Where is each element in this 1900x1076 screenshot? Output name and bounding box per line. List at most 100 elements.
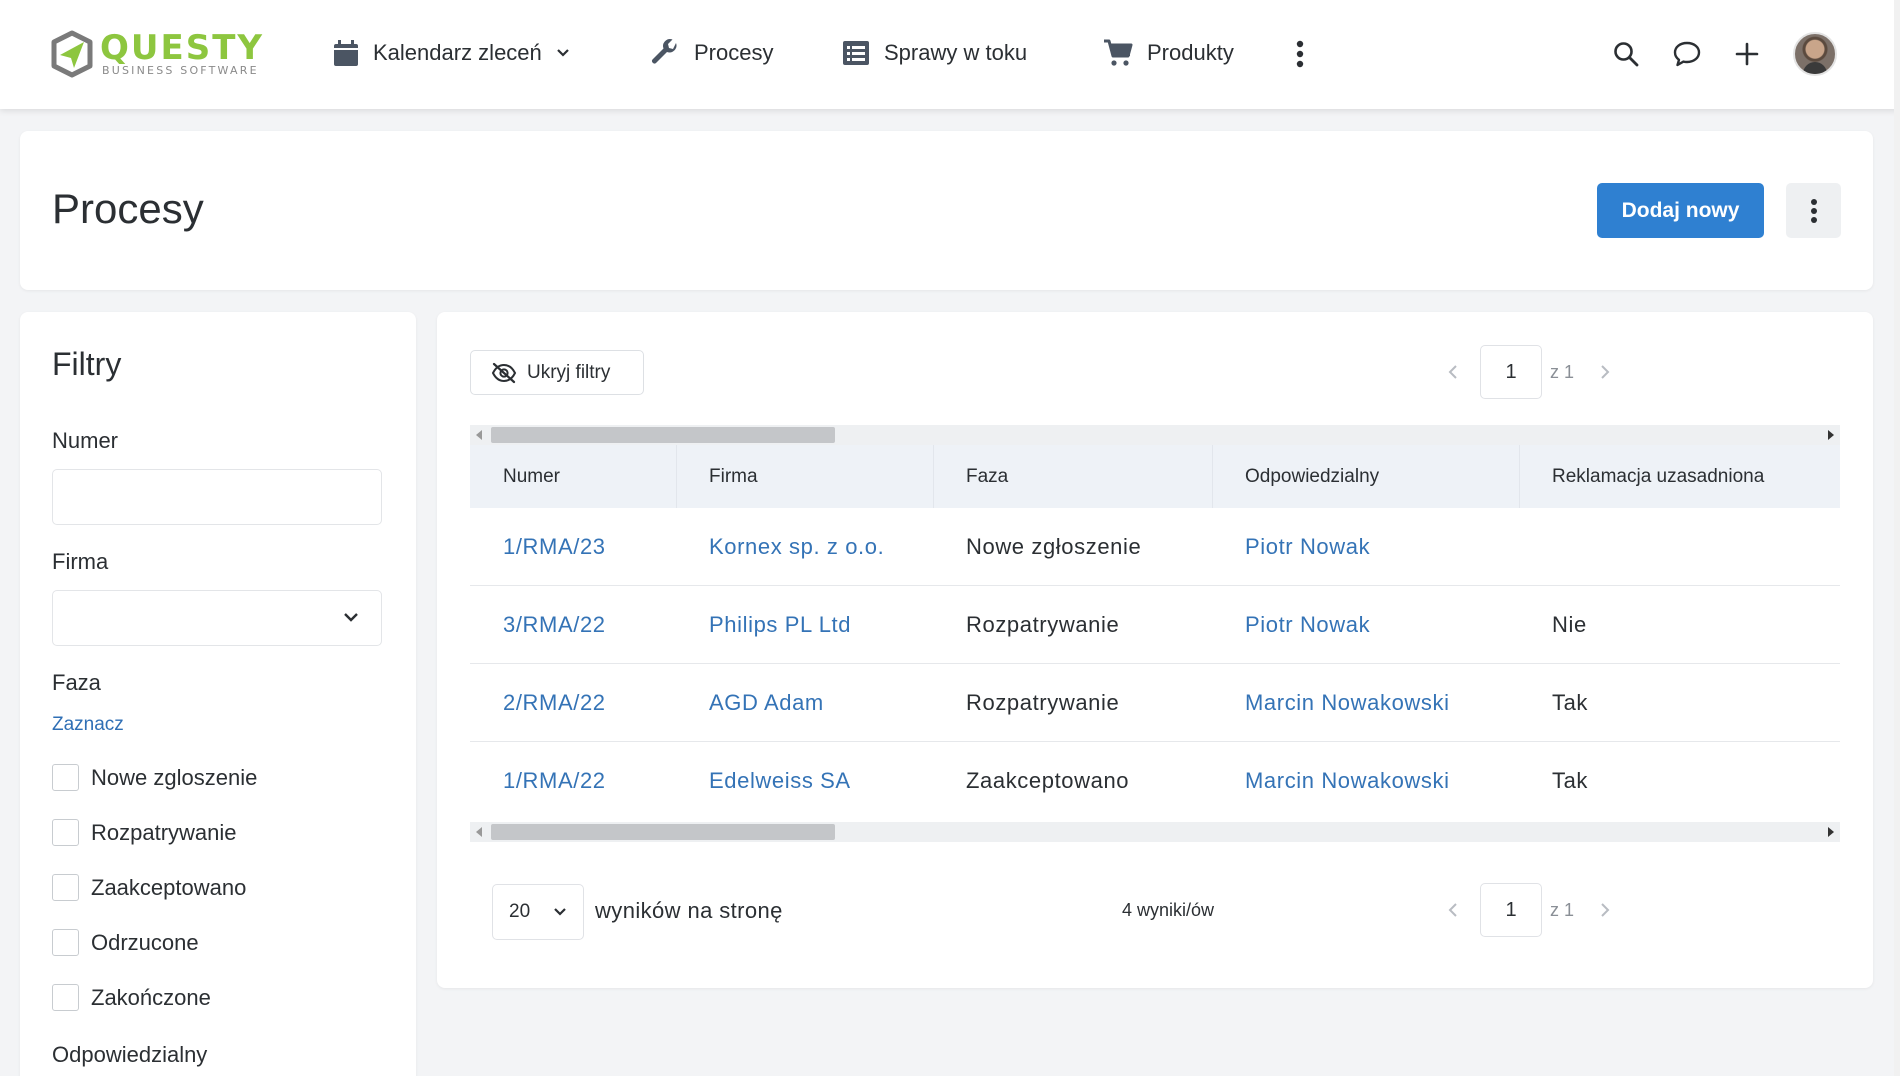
column-header-firma[interactable]: Firma [676,445,933,508]
checkbox[interactable] [52,929,79,956]
page-title: Procesy [52,185,204,232]
calendar-icon [334,40,358,66]
scrollbar-thumb[interactable] [491,427,835,443]
page-number-input[interactable]: 1 [1480,883,1542,937]
select-all-link[interactable]: Zaznacz [52,714,124,736]
bottom-pagination: 1 z 1 [1438,883,1620,937]
vertical-dots-icon [1810,198,1817,223]
cell-odpowiedzialny[interactable]: Marcin Nowakowski [1212,742,1450,820]
scroll-right-icon[interactable] [1828,827,1834,837]
table-scrollbar-top[interactable] [470,425,1840,445]
checkbox-label: Zaakceptowano [91,874,247,900]
top-navigation-bar: QUESTY BUSINESS SOFTWARE Kalendarz zlece… [0,0,1900,109]
table-row[interactable]: 1/RMA/22 Edelweiss SA Zaakceptowano Marc… [470,742,1840,820]
chevron-right-icon [1601,903,1610,917]
numer-input[interactable] [52,469,382,525]
per-page-label: wyników na stronę [595,898,783,923]
cart-icon [1104,39,1133,66]
phase-checkbox-zaakceptowano[interactable]: Zaakceptowano [52,874,246,901]
column-header-numer[interactable]: Numer [470,445,676,508]
cell-odpowiedzialny[interactable]: Piotr Nowak [1212,508,1370,586]
cell-firma[interactable]: AGD Adam [676,664,824,742]
user-avatar[interactable] [1793,32,1837,76]
cell-odpowiedzialny[interactable]: Piotr Nowak [1212,586,1370,664]
cell-numer[interactable]: 1/RMA/22 [470,742,606,820]
cell-reklamacja: Nie [1552,612,1587,637]
phase-checkbox-rozpatrywanie[interactable]: Rozpatrywanie [52,819,237,846]
nav-item-label: Sprawy w toku [884,40,1028,65]
messages-button[interactable] [1667,34,1707,74]
page-number-input[interactable]: 1 [1480,345,1542,399]
chevron-right-icon [1601,365,1610,379]
cell-firma[interactable]: Philips PL Ltd [676,586,851,664]
scrollbar-thumb[interactable] [491,824,835,840]
table-scrollbar-bottom[interactable] [470,822,1840,842]
page-scrollbar[interactable] [1894,0,1900,1076]
chevron-down-icon [344,613,358,622]
table-row[interactable]: 2/RMA/22 AGD Adam Rozpatrywanie Marcin N… [470,664,1840,742]
nav-produkty[interactable]: Produkty [1103,30,1234,76]
filters-panel: Filtry Numer Firma Faza Zaznacz Nowe zgl… [20,312,416,1076]
table-row[interactable]: 1/RMA/23 Kornex sp. z o.o. Nowe zgłoszen… [470,508,1840,586]
top-pagination: 1 z 1 [1438,345,1620,399]
filters-title: Filtry [52,346,122,382]
search-button[interactable] [1606,34,1646,74]
nav-item-label: Produkty [1147,40,1234,65]
questy-logo-icon [51,30,93,78]
cell-numer[interactable]: 1/RMA/23 [470,508,606,586]
table-row[interactable]: 3/RMA/22 Philips PL Ltd Rozpatrywanie Pi… [470,586,1840,664]
nav-sprawy-w-toku[interactable]: Sprawy w toku [842,30,1027,76]
cell-numer[interactable]: 2/RMA/22 [470,664,606,742]
per-page-value: 20 [509,901,531,922]
nav-kalendarz-zlecen[interactable]: Kalendarz zleceń [333,30,570,76]
cell-faza: Nowe zgłoszenie [966,534,1142,559]
checkbox[interactable] [52,984,79,1011]
next-page-button[interactable] [1590,357,1620,387]
page-count: z 1 [1550,361,1575,382]
column-header-odpowiedzialny[interactable]: Odpowiedzialny [1212,445,1519,508]
firma-label: Firma [52,549,109,574]
column-header-faza[interactable]: Faza [933,445,1212,508]
checkbox-label: Nowe zgloszenie [91,764,258,790]
page-header-card: Procesy Dodaj nowy [20,131,1873,290]
cell-firma[interactable]: Kornex sp. z o.o. [676,508,884,586]
cell-numer[interactable]: 3/RMA/22 [470,586,606,664]
checkbox-label: Zakończone [91,984,211,1010]
numer-label: Numer [52,428,119,453]
table-header: Numer Firma Faza Odpowiedzialny Reklamac… [470,445,1840,508]
next-page-button[interactable] [1590,895,1620,925]
checkbox-label: Odrzucone [91,929,199,955]
prev-page-button[interactable] [1438,895,1468,925]
add-new-button[interactable]: Dodaj nowy [1597,183,1764,238]
cell-faza: Rozpatrywanie [966,690,1120,715]
scroll-right-icon[interactable] [1828,430,1834,440]
chevron-left-icon [1448,365,1457,379]
cell-reklamacja: Tak [1552,768,1589,793]
per-page-select[interactable]: 20 [492,884,584,940]
checkbox[interactable] [52,764,79,791]
checkbox[interactable] [52,874,79,901]
hide-filters-button[interactable]: Ukryj filtry [470,350,644,395]
plus-icon [1735,42,1759,66]
prev-page-button[interactable] [1438,357,1468,387]
results-table: Numer Firma Faza Odpowiedzialny Reklamac… [470,445,1840,820]
logo-wordmark: QUESTY [100,28,265,68]
page-options-button[interactable] [1786,183,1841,238]
cell-firma[interactable]: Edelweiss SA [676,742,851,820]
checkbox[interactable] [52,819,79,846]
column-header-reklamacja[interactable]: Reklamacja uzasadniona [1519,445,1840,508]
scroll-left-icon[interactable] [476,430,482,440]
cell-odpowiedzialny[interactable]: Marcin Nowakowski [1212,664,1450,742]
phase-checkbox-odrzucone[interactable]: Odrzucone [52,929,199,956]
questy-logo[interactable]: QUESTY BUSINESS SOFTWARE [50,28,290,80]
chevron-left-icon [1448,903,1457,917]
nav-procesy[interactable]: Procesy [650,30,773,76]
chat-bubble-icon [1673,41,1701,67]
nav-more-button[interactable] [1280,34,1320,74]
cell-faza: Rozpatrywanie [966,612,1120,637]
add-quick-button[interactable] [1727,34,1767,74]
phase-checkbox-nowe[interactable]: Nowe zgloszenie [52,764,257,791]
phase-checkbox-zakonczone[interactable]: Zakończone [52,984,211,1011]
scroll-left-icon[interactable] [476,827,482,837]
firma-select[interactable] [52,590,382,646]
